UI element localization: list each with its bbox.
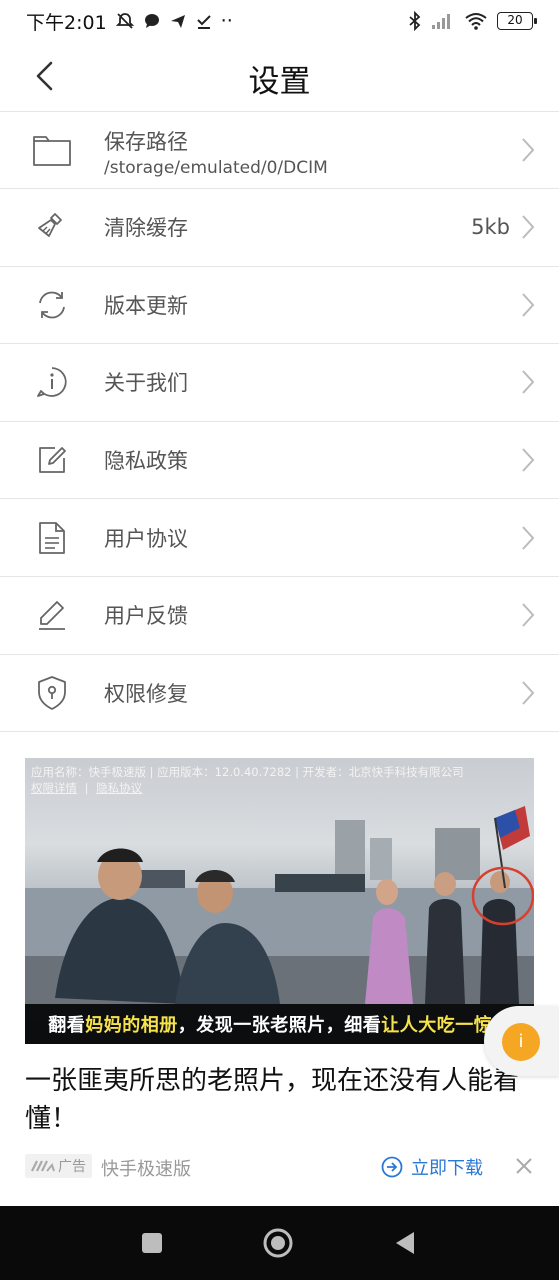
ad-meta-separator: | bbox=[84, 781, 89, 795]
wifi-icon bbox=[465, 13, 487, 30]
chevron-right-icon bbox=[522, 681, 535, 705]
chevron-right-icon bbox=[522, 448, 535, 472]
refresh-icon bbox=[32, 285, 72, 325]
settings-item-label: 权限修复 bbox=[104, 681, 188, 706]
chevron-right-icon bbox=[522, 215, 535, 239]
settings-item-save-path[interactable]: 保存路径 /storage/emulated/0/DCIM bbox=[0, 112, 559, 189]
settings-item-user-feedback[interactable]: 用户反馈 bbox=[0, 577, 559, 655]
chevron-right-icon bbox=[522, 138, 535, 162]
ad-download-label: 立即下载 bbox=[411, 1158, 483, 1179]
ad-photo-scene bbox=[25, 806, 534, 1004]
edit-document-icon bbox=[32, 440, 72, 480]
ad-privacy-link[interactable]: 隐私协议 bbox=[96, 781, 142, 795]
settings-item-label: 清除缓存 bbox=[104, 216, 188, 241]
settings-list: 保存路径 /storage/emulated/0/DCIM 清除缓存 5kb 版… bbox=[0, 112, 559, 733]
info-icon bbox=[32, 362, 72, 402]
ad-download-button[interactable]: 立即下载 bbox=[381, 1154, 483, 1180]
send-icon bbox=[170, 15, 185, 28]
settings-item-label: 隐私政策 bbox=[104, 449, 188, 474]
download-arrow-icon bbox=[381, 1156, 403, 1178]
settings-item-version-update[interactable]: 版本更新 bbox=[0, 267, 559, 345]
title-bar: 设置 bbox=[0, 42, 559, 112]
more-notifications: ·· bbox=[220, 10, 233, 32]
chevron-right-icon bbox=[522, 293, 535, 317]
settings-item-about-us[interactable]: 关于我们 bbox=[0, 344, 559, 422]
recent-apps-icon[interactable] bbox=[136, 1227, 168, 1259]
chevron-right-icon bbox=[522, 525, 535, 550]
caption-highlight: 妈妈的相册 bbox=[85, 1015, 178, 1036]
chevron-right-icon bbox=[522, 370, 535, 395]
chat-bubble-icon bbox=[144, 14, 159, 28]
document-icon bbox=[32, 518, 72, 558]
settings-item-clear-cache[interactable]: 清除缓存 5kb bbox=[0, 189, 559, 267]
bluetooth-icon bbox=[409, 11, 421, 31]
ad-badge: 广告 bbox=[25, 1154, 92, 1178]
battery-icon: 20 bbox=[497, 12, 537, 30]
chevron-right-icon bbox=[522, 603, 535, 627]
settings-item-label: 用户反馈 bbox=[104, 604, 188, 629]
ad-footer: 广告 快手极速版 立即下载 bbox=[25, 1154, 534, 1180]
ad-card[interactable]: 应用名称：快手极速版 | 应用版本：12.0.40.7282 | 开发者：北京快… bbox=[25, 758, 534, 1180]
folder-icon bbox=[32, 130, 72, 170]
settings-item-label: 保存路径 bbox=[104, 130, 188, 154]
page-title: 设置 bbox=[248, 64, 311, 100]
close-icon[interactable] bbox=[514, 1156, 534, 1176]
mute-bell-icon bbox=[115, 13, 134, 29]
download-done-icon bbox=[196, 15, 211, 29]
caption-text: ，发现一张老照片，细看 bbox=[177, 1015, 382, 1036]
status-bar: 下午2:01 ·· 20 bbox=[0, 0, 559, 42]
cache-size-value: 5kb bbox=[471, 215, 510, 240]
ad-permission-link[interactable]: 权限详情 bbox=[31, 781, 77, 795]
status-time: 下午2:01 bbox=[26, 11, 107, 34]
pen-icon bbox=[32, 595, 72, 635]
ad-image-caption: 翻看 妈妈的相册 ，发现一张老照片，细看 让人大吃一惊！ bbox=[25, 1004, 534, 1044]
settings-item-label: 用户协议 bbox=[104, 526, 188, 551]
settings-item-label: 版本更新 bbox=[104, 293, 188, 318]
settings-item-label: 关于我们 bbox=[104, 371, 188, 396]
back-triangle-icon[interactable] bbox=[390, 1227, 422, 1259]
ad-image[interactable]: 应用名称：快手极速版 | 应用版本：12.0.40.7282 | 开发者：北京快… bbox=[25, 758, 534, 1044]
ad-logo-icon bbox=[31, 1160, 55, 1172]
save-path-value: /storage/emulated/0/DCIM bbox=[104, 158, 328, 178]
settings-item-privacy-policy[interactable]: 隐私政策 bbox=[0, 422, 559, 500]
broom-icon bbox=[32, 207, 72, 247]
ad-title[interactable]: 一张匪夷所思的老照片，现在还没有人能看懂！ bbox=[25, 1062, 534, 1138]
ad-app-info: 应用名称：快手极速版 | 应用版本：12.0.40.7282 | 开发者：北京快… bbox=[31, 764, 464, 796]
ad-source: 快手极速版 bbox=[101, 1159, 191, 1180]
home-icon[interactable] bbox=[262, 1227, 294, 1259]
info-badge-icon: i bbox=[502, 1023, 540, 1061]
ad-badge-label: 广告 bbox=[58, 1159, 86, 1175]
ad-app-meta-line: 应用名称：快手极速版 | 应用版本：12.0.40.7282 | 开发者：北京快… bbox=[31, 765, 464, 779]
settings-item-user-agreement[interactable]: 用户协议 bbox=[0, 499, 559, 577]
shield-icon bbox=[32, 673, 72, 713]
system-nav-bar bbox=[0, 1206, 559, 1280]
caption-text: 翻看 bbox=[48, 1015, 86, 1036]
floating-assist-button[interactable]: i bbox=[484, 1006, 559, 1076]
signal-icon bbox=[432, 14, 450, 29]
settings-item-permission-repair[interactable]: 权限修复 bbox=[0, 655, 559, 733]
